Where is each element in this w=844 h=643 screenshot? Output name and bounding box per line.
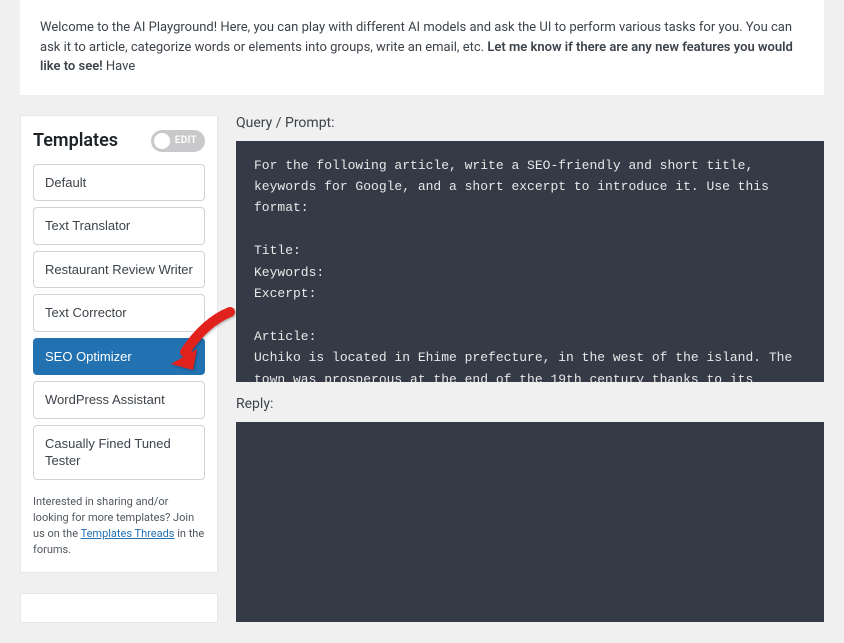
edit-toggle[interactable]: EDIT xyxy=(151,130,205,152)
main-area: Query / Prompt: For the following articl… xyxy=(236,115,824,643)
template-item-text-translator[interactable]: Text Translator xyxy=(33,207,205,245)
template-item-restaurant-review-writer[interactable]: Restaurant Review Writer xyxy=(33,251,205,289)
templates-threads-link[interactable]: Templates Threads xyxy=(81,527,175,540)
template-item-default[interactable]: Default xyxy=(33,164,205,202)
templates-note: Interested in sharing and/or looking for… xyxy=(33,494,205,558)
templates-title: Templates xyxy=(33,130,118,151)
templates-card: Templates EDIT Default Text Translator R… xyxy=(20,115,218,573)
template-list: Default Text Translator Restaurant Revie… xyxy=(33,164,205,480)
edit-toggle-label: EDIT xyxy=(175,135,197,146)
welcome-banner: Welcome to the AI Playground! Here, you … xyxy=(20,0,824,95)
reply-textarea[interactable] xyxy=(236,422,824,622)
welcome-text-after: Have xyxy=(103,59,136,74)
toggle-knob-icon xyxy=(154,133,170,149)
template-item-text-corrector[interactable]: Text Corrector xyxy=(33,294,205,332)
template-item-casually-fined-tuned-tester[interactable]: Casually Fined Tuned Tester xyxy=(33,425,205,480)
next-card xyxy=(20,593,218,623)
sidebar: Templates EDIT Default Text Translator R… xyxy=(20,115,218,643)
template-item-seo-optimizer[interactable]: SEO Optimizer xyxy=(33,338,205,376)
template-item-wordpress-assistant[interactable]: WordPress Assistant xyxy=(33,381,205,419)
reply-label: Reply: xyxy=(236,396,824,412)
prompt-textarea[interactable]: For the following article, write a SEO-f… xyxy=(236,141,824,382)
query-label: Query / Prompt: xyxy=(236,115,824,131)
